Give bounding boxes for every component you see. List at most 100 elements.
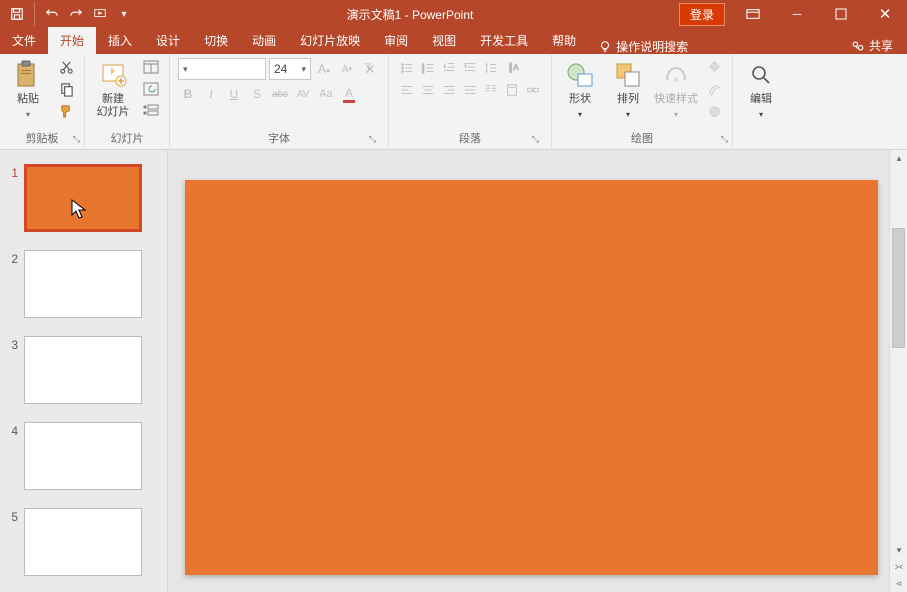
cut-icon[interactable]: [54, 57, 78, 77]
bold-button[interactable]: B: [178, 84, 198, 104]
group-clipboard: 粘贴 ▾ 剪贴板 ⤡: [0, 54, 85, 149]
start-from-beginning-icon[interactable]: [89, 3, 111, 25]
shadow-button[interactable]: S: [247, 84, 267, 104]
tab-design[interactable]: 设计: [144, 27, 192, 54]
paragraph-label: 段落: [459, 133, 481, 145]
paste-button[interactable]: 粘贴 ▾: [6, 57, 50, 123]
font-launcher-icon[interactable]: ⤡: [369, 134, 376, 145]
vertical-scrollbar[interactable]: ▴ ▾ ⪥ ⪦: [889, 150, 907, 592]
drawing-label: 绘图: [631, 133, 653, 145]
tab-animation[interactable]: 动画: [240, 27, 288, 54]
decrease-font-icon[interactable]: A▾: [337, 59, 357, 79]
align-right-icon[interactable]: [439, 80, 459, 100]
qat-customize-icon[interactable]: ▾: [113, 3, 135, 25]
tab-help[interactable]: 帮助: [540, 27, 588, 54]
svg-text:║A: ║A: [508, 62, 519, 73]
thumbnail-2[interactable]: 2: [0, 250, 159, 318]
scroll-down-icon[interactable]: ▾: [890, 542, 907, 558]
paste-icon: [15, 60, 41, 90]
slide-thumbnail-pane[interactable]: 1 2 3 4 5: [0, 150, 168, 592]
slide-editor[interactable]: [168, 150, 889, 592]
increase-font-icon[interactable]: A▴: [314, 59, 334, 79]
slides-label: 幻灯片: [85, 130, 169, 149]
arrange-button[interactable]: 排列▾: [606, 57, 650, 123]
window-title: 演示文稿1 - PowerPoint: [141, 6, 679, 23]
section-icon[interactable]: [139, 101, 163, 121]
char-spacing-icon[interactable]: AV: [293, 84, 313, 104]
layout-icon[interactable]: [139, 57, 163, 77]
paragraph-launcher-icon[interactable]: ⤡: [532, 134, 539, 145]
drawing-launcher-icon[interactable]: ⤡: [721, 134, 728, 145]
font-color-icon[interactable]: A: [339, 84, 359, 104]
decrease-indent-icon[interactable]: [439, 58, 459, 78]
scroll-thumb[interactable]: [892, 228, 905, 348]
clipboard-launcher-icon[interactable]: ⤡: [73, 134, 80, 145]
prev-slide-icon[interactable]: ⪥: [890, 558, 907, 575]
numbering-icon[interactable]: 123: [418, 58, 438, 78]
editing-button[interactable]: 编辑▾: [739, 57, 783, 123]
ribbon: 粘贴 ▾ 剪贴板 ⤡ 新建 幻灯片 幻灯片: [0, 54, 907, 150]
align-center-icon[interactable]: [418, 80, 438, 100]
slide-canvas[interactable]: [185, 180, 878, 575]
quick-styles-icon: [663, 62, 689, 88]
new-slide-button[interactable]: 新建 幻灯片: [91, 57, 135, 123]
shapes-icon: [566, 62, 594, 88]
close-icon[interactable]: ✕: [863, 3, 907, 25]
thumbnail-1[interactable]: 1: [0, 164, 159, 232]
shapes-button[interactable]: 形状▾: [558, 57, 602, 123]
thumbnail-4[interactable]: 4: [0, 422, 159, 490]
italic-button[interactable]: I: [201, 84, 221, 104]
format-painter-icon[interactable]: [54, 101, 78, 121]
tab-view[interactable]: 视图: [420, 27, 468, 54]
line-spacing-icon[interactable]: [481, 58, 501, 78]
thumbnail-5[interactable]: 5: [0, 508, 159, 576]
tell-me-search[interactable]: [588, 40, 706, 54]
increase-indent-icon[interactable]: [460, 58, 480, 78]
share-button[interactable]: 共享: [837, 37, 907, 54]
strike-button[interactable]: abc: [270, 84, 290, 104]
clipboard-label: 剪贴板: [26, 133, 59, 145]
sign-in-button[interactable]: 登录: [679, 3, 725, 26]
columns-icon[interactable]: [481, 80, 501, 100]
align-left-icon[interactable]: [397, 80, 417, 100]
bullets-icon[interactable]: [397, 58, 417, 78]
shape-effects-icon[interactable]: [702, 101, 726, 121]
shape-outline-icon[interactable]: [702, 79, 726, 99]
tab-slideshow[interactable]: 幻灯片放映: [288, 27, 372, 54]
shape-fill-icon[interactable]: [702, 57, 726, 77]
underline-button[interactable]: U: [224, 84, 244, 104]
copy-icon[interactable]: [54, 79, 78, 99]
tab-review[interactable]: 审阅: [372, 27, 420, 54]
tell-me-input[interactable]: [616, 40, 696, 54]
tab-file[interactable]: 文件: [0, 27, 48, 54]
justify-icon[interactable]: [460, 80, 480, 100]
clear-formatting-icon[interactable]: [360, 59, 380, 79]
quick-styles-button[interactable]: 快速样式▾: [654, 57, 698, 123]
group-font: ▾ 24▾ A▴ A▾ B I U S abc AV Aa A 字体⤡: [170, 54, 389, 149]
minimize-icon[interactable]: ─: [775, 3, 819, 25]
redo-icon[interactable]: [65, 3, 87, 25]
tab-home[interactable]: 开始: [48, 27, 96, 54]
find-icon: [749, 63, 773, 87]
share-label: 共享: [869, 37, 893, 54]
change-case-icon[interactable]: Aa: [316, 84, 336, 104]
reset-icon[interactable]: [139, 79, 163, 99]
tab-transition[interactable]: 切换: [192, 27, 240, 54]
undo-icon[interactable]: [41, 3, 63, 25]
tab-developer[interactable]: 开发工具: [468, 27, 540, 54]
font-size-combo[interactable]: 24▾: [269, 58, 311, 80]
next-slide-icon[interactable]: ⪦: [890, 575, 907, 592]
ribbon-display-icon[interactable]: [731, 3, 775, 25]
maximize-icon[interactable]: [819, 3, 863, 25]
text-direction-icon[interactable]: ║A: [502, 58, 522, 78]
window-controls: 登录 ─ ✕: [679, 3, 907, 26]
save-icon[interactable]: [6, 3, 28, 25]
share-icon: [851, 39, 865, 53]
tab-insert[interactable]: 插入: [96, 27, 144, 54]
smartart-icon[interactable]: [523, 80, 543, 100]
align-text-icon[interactable]: [502, 80, 522, 100]
scroll-up-icon[interactable]: ▴: [890, 150, 907, 166]
group-editing: 编辑▾: [733, 54, 789, 149]
thumbnail-3[interactable]: 3: [0, 336, 159, 404]
font-name-combo[interactable]: ▾: [178, 58, 266, 80]
